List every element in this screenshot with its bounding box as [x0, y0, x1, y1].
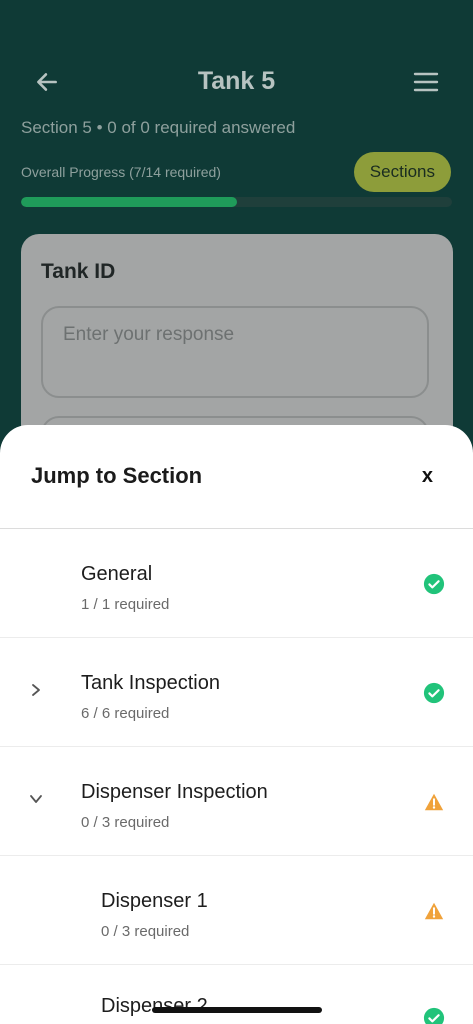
section-row-dispenser-1[interactable]: Dispenser 1 0 / 3 required — [0, 856, 473, 965]
chevron-down-icon — [30, 795, 42, 803]
response-input[interactable]: Enter your response — [41, 306, 429, 398]
section-subtitle: Section 5 • 0 of 0 required answered — [21, 118, 296, 137]
chevron-right-icon — [32, 684, 40, 696]
section-title: Dispenser Inspection — [81, 781, 268, 803]
menu-button[interactable] — [409, 65, 443, 99]
section-row-dispenser-inspection[interactable]: Dispenser Inspection 0 / 3 required — [0, 747, 473, 856]
sections-button[interactable]: Sections — [353, 152, 451, 192]
sheet-title: Jump to Section — [31, 463, 203, 488]
expand-toggle[interactable] — [28, 791, 44, 807]
page-title: Tank 5 — [197, 67, 276, 95]
check-circle-icon — [423, 682, 445, 704]
check-circle-icon — [423, 1007, 445, 1024]
expand-toggle[interactable] — [28, 682, 44, 698]
jump-to-section-sheet: Jump to Section x General 1 / 1 required… — [0, 425, 473, 1024]
section-title: Tank Inspection — [81, 672, 220, 694]
check-circle-icon — [423, 573, 445, 595]
section-row-tank-inspection[interactable]: Tank Inspection 6 / 6 required — [0, 638, 473, 747]
warning-triangle-icon — [424, 902, 444, 920]
section-required-count: 6 / 6 required — [81, 705, 170, 722]
section-required-count: 0 / 3 required — [81, 814, 170, 831]
close-button[interactable]: x — [422, 465, 433, 488]
home-indicator — [152, 1007, 322, 1013]
header: Tank 5 — [0, 55, 473, 111]
section-title: Dispenser 1 — [101, 890, 208, 912]
question-title: Tank ID — [41, 260, 116, 283]
hamburger-menu-icon — [413, 72, 439, 92]
section-row-general[interactable]: General 1 / 1 required — [0, 529, 473, 638]
progress-fill — [21, 197, 237, 207]
overall-progress-label: Overall Progress (7/14 required) — [21, 164, 221, 180]
section-row-dispenser-2[interactable]: Dispenser 2 — [0, 965, 473, 1024]
sheet-header: Jump to Section x — [0, 425, 473, 529]
section-title: General — [81, 563, 153, 585]
warning-triangle-icon — [424, 793, 444, 811]
overall-progress-bar — [21, 197, 452, 207]
section-required-count: 0 / 3 required — [101, 923, 190, 940]
section-required-count: 1 / 1 required — [81, 596, 170, 613]
